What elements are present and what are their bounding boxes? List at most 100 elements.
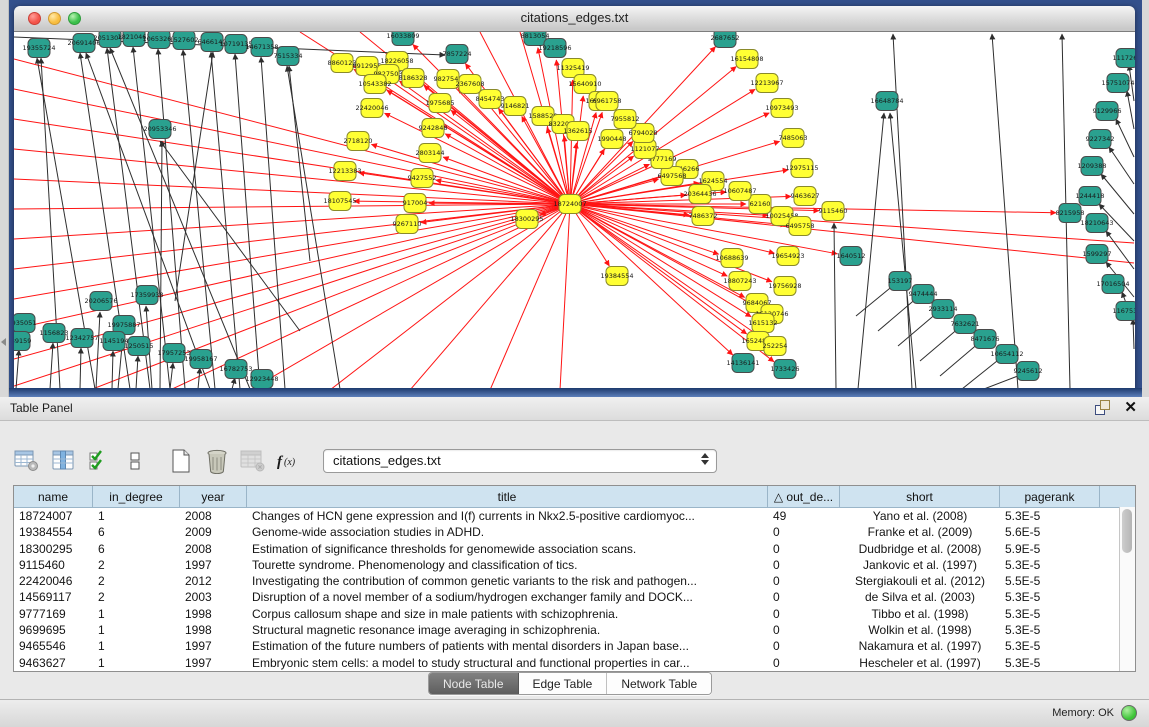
cell-pagerank[interactable]: 5.3E-5 [1000, 508, 1100, 524]
table-row[interactable]: 2242004622012Investigating the contribut… [14, 573, 1135, 589]
cell-name[interactable]: 18724007 [14, 508, 93, 524]
graph-node[interactable]: 1362615 [564, 122, 593, 141]
graph-node[interactable]: 1117264 [1113, 49, 1135, 68]
table-row[interactable]: 946362711997Embryonic stem cells: a mode… [14, 655, 1135, 671]
graph-node[interactable]: 62160 [749, 195, 771, 214]
cell-year[interactable]: 2008 [180, 541, 247, 557]
graph-node[interactable]: 9427552 [408, 169, 437, 188]
cell-pagerank[interactable]: 5.3E-5 [1000, 557, 1100, 573]
graph-node[interactable]: 1615132 [749, 314, 778, 333]
tab-node-table[interactable]: Node Table [429, 673, 519, 694]
cell-short[interactable]: Wolkin et al. (1998) [840, 622, 1000, 638]
table-row[interactable]: 1872400712008Changes of HCN gene express… [14, 508, 1135, 524]
cell-title[interactable]: Embryonic stem cells: a model to study s… [247, 655, 768, 671]
cell-pagerank[interactable]: 5.5E-5 [1000, 573, 1100, 589]
graph-node[interactable]: 1733426 [771, 360, 800, 379]
cell-in_degree[interactable]: 6 [93, 524, 180, 540]
cell-year[interactable]: 2003 [180, 589, 247, 605]
vertical-scrollbar[interactable] [1119, 507, 1135, 671]
graph-node[interactable]: 1156823 [40, 324, 69, 343]
table-row[interactable]: 1938455462009Genome-wide association stu… [14, 524, 1135, 540]
cell-in_degree[interactable]: 1 [93, 606, 180, 622]
cell-pagerank[interactable]: 5.3E-5 [1000, 655, 1100, 671]
graph-node[interactable]: 9267110 [393, 215, 422, 234]
graph-node[interactable]: 12975115 [785, 159, 818, 178]
graph-node[interactable]: 2687652 [711, 32, 740, 48]
graph-node[interactable]: 6495758 [786, 217, 815, 236]
cell-title[interactable]: Estimation of significance thresholds fo… [247, 541, 768, 557]
cell-name[interactable]: 9115460 [14, 557, 93, 573]
cell-out_de[interactable]: 0 [768, 606, 840, 622]
cell-name[interactable]: 22420046 [14, 573, 93, 589]
graph-node[interactable]: 20206576 [84, 292, 117, 311]
graph-node[interactable]: 2933114 [929, 300, 958, 319]
graph-node[interactable]: 7955812 [611, 110, 640, 129]
graph-node[interactable]: 2718120 [344, 132, 373, 151]
graph-node[interactable]: 14136141 [726, 354, 759, 373]
graph-node[interactable]: 8186328 [399, 69, 428, 88]
column-header-pagerank[interactable]: pagerank [1000, 486, 1100, 507]
graph-node[interactable]: 1990448 [598, 130, 627, 149]
graph-node[interactable]: 252254 [763, 337, 788, 356]
graph-node[interactable]: 6961758 [593, 92, 622, 111]
graph-node[interactable]: 1599297 [1083, 245, 1112, 264]
table-row[interactable]: 911546021997Tourette syndrome. Phenomeno… [14, 557, 1135, 573]
table-selector-combo[interactable]: citations_edges.txt [323, 449, 717, 473]
cell-short[interactable]: Stergiakouli et al. (2012) [840, 573, 1000, 589]
float-window-icon[interactable] [1095, 400, 1110, 415]
graph-node[interactable]: 9463627 [791, 187, 820, 206]
tab-network-table[interactable]: Network Table [607, 673, 711, 694]
cell-name[interactable]: 14569117 [14, 589, 93, 605]
cell-short[interactable]: Tibbo et al. (1998) [840, 606, 1000, 622]
cell-out_de[interactable]: 49 [768, 508, 840, 524]
graph-node[interactable]: 9115460 [819, 202, 848, 221]
graph-node[interactable]: 10688639 [715, 249, 748, 268]
cell-title[interactable]: Changes of HCN gene expression and I(f) … [247, 508, 768, 524]
graph-node[interactable]: 16648784 [870, 92, 903, 111]
graph-node[interactable]: 15751074 [1101, 74, 1134, 93]
graph-node[interactable]: 9242848 [419, 119, 448, 138]
cell-out_de[interactable]: 0 [768, 589, 840, 605]
graph-node[interactable]: 12213967 [750, 74, 783, 93]
cell-in_degree[interactable]: 6 [93, 541, 180, 557]
cell-year[interactable]: 2008 [180, 508, 247, 524]
graph-node[interactable]: 1640512 [837, 247, 866, 266]
cell-short[interactable]: Nakamura et al. (1997) [840, 638, 1000, 654]
cell-name[interactable]: 19384554 [14, 524, 93, 540]
graph-node[interactable]: 22420046 [355, 99, 388, 118]
column-visibility-icon[interactable] [49, 447, 77, 475]
cell-name[interactable]: 9777169 [14, 606, 93, 622]
graph-node[interactable]: 19355724 [22, 39, 55, 58]
graph-node[interactable]: 10973493 [765, 99, 798, 118]
cell-name[interactable]: 9463627 [14, 655, 93, 671]
row-height-icon[interactable] [121, 447, 149, 475]
graph-node[interactable]: 7857224 [443, 45, 472, 64]
graph-node[interactable]: 7486372 [689, 207, 718, 226]
graph-node[interactable]: 17016504 [1096, 275, 1129, 294]
graph-node[interactable]: 1250515 [125, 337, 154, 356]
graph-node[interactable]: 19384554 [600, 267, 633, 286]
cell-short[interactable]: Yano et al. (2008) [840, 508, 1000, 524]
graph-node[interactable]: 10654112 [990, 345, 1023, 364]
column-header-short[interactable]: short [840, 486, 1000, 507]
graph-node[interactable]: 935051 [14, 314, 36, 333]
graph-node[interactable]: 19654923 [771, 247, 804, 266]
cell-pagerank[interactable]: 5.3E-5 [1000, 622, 1100, 638]
graph-node[interactable]: 153197 [888, 272, 913, 291]
graph-node[interactable]: 9227342 [1086, 130, 1115, 149]
table-row[interactable]: 969969511998Structural magnetic resonanc… [14, 622, 1135, 638]
cell-pagerank[interactable]: 5.6E-5 [1000, 524, 1100, 540]
table-row[interactable]: 977716911998Corpus callosum shape and si… [14, 606, 1135, 622]
cell-in_degree[interactable]: 1 [93, 622, 180, 638]
cell-in_degree[interactable]: 1 [93, 655, 180, 671]
scrollbar-thumb[interactable] [1122, 509, 1132, 553]
cell-name[interactable]: 18300295 [14, 541, 93, 557]
cell-pagerank[interactable]: 5.9E-5 [1000, 541, 1100, 557]
graph-node[interactable]: 9129966 [1093, 102, 1122, 121]
graph-node[interactable]: 1527602 [170, 32, 199, 50]
graph-node[interactable]: 939159 [14, 332, 31, 351]
cell-short[interactable]: Jankovic et al. (1997) [840, 557, 1000, 573]
cell-title[interactable]: Estimation of the future numbers of pati… [247, 638, 768, 654]
cell-out_de[interactable]: 0 [768, 541, 840, 557]
cell-short[interactable]: Hescheler et al. (1997) [840, 655, 1000, 671]
